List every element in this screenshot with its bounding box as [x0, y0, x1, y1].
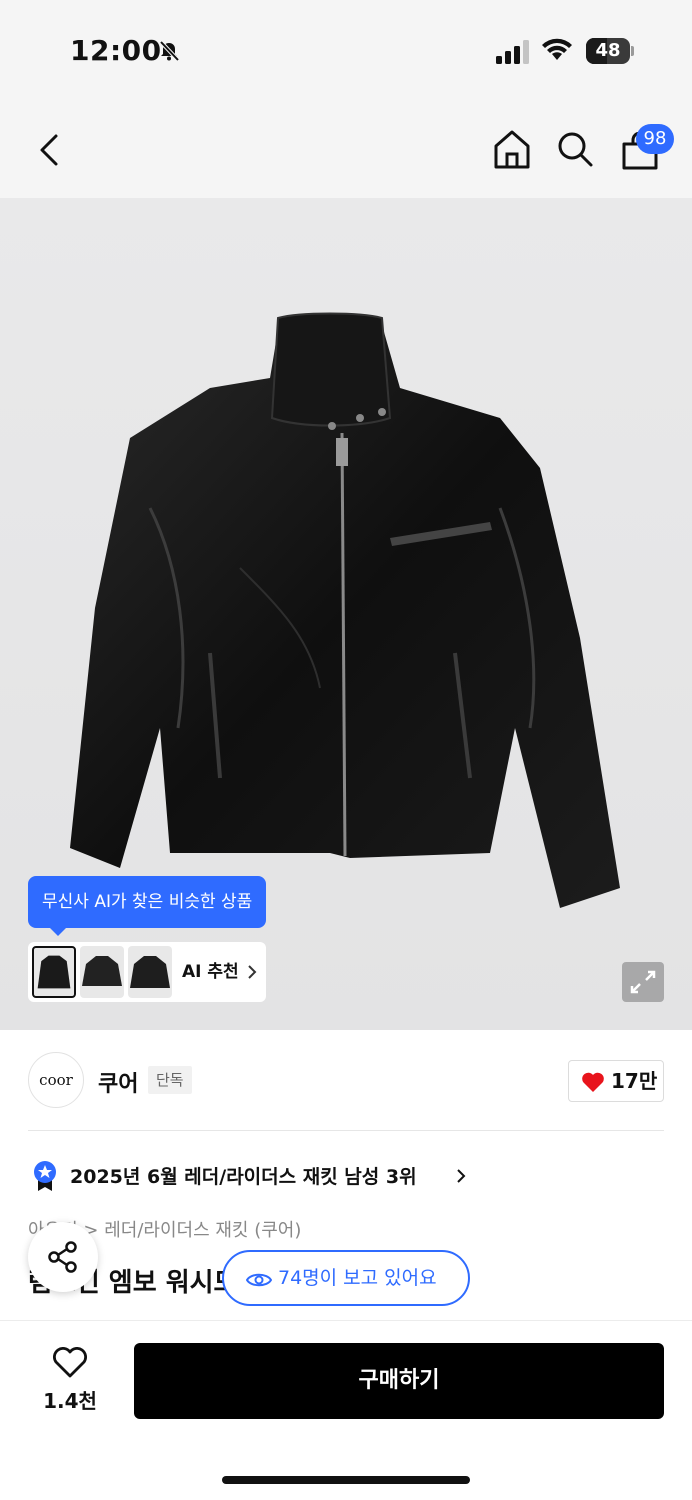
rank-medal-icon	[34, 1161, 56, 1191]
signal-icon	[496, 40, 529, 64]
divider	[28, 1130, 664, 1131]
wishlist-count: 1.4천	[43, 1389, 97, 1413]
home-indicator[interactable]	[222, 1476, 470, 1484]
battery-level: 48	[595, 40, 621, 61]
share-button[interactable]	[28, 1222, 98, 1292]
ai-recommend-strip[interactable]: AI 추천	[28, 942, 266, 1002]
viewers-pill: 74명이 보고 있어요	[222, 1250, 470, 1306]
expand-icon	[630, 970, 656, 994]
brand-like-button[interactable]: 17만	[568, 1060, 664, 1102]
brand-row[interactable]: coor 쿠어 단독 17만	[0, 1030, 692, 1130]
jacket-thumb-icon	[130, 956, 170, 988]
heart-filled-icon	[582, 1072, 604, 1092]
ranking-link[interactable]: 2025년 6월 레더/라이더스 재킷 남성 3위	[28, 1150, 664, 1200]
status-bar: 12:00 48	[0, 0, 692, 100]
jacket-image	[70, 312, 620, 908]
bottom-action-bar: 1.4천 구매하기	[0, 1320, 692, 1500]
share-icon	[48, 1241, 77, 1273]
ai-thumbnail-2[interactable]	[80, 946, 124, 998]
viewers-text: 74명이 보고 있어요	[278, 1267, 437, 1289]
rank-text: 2025년 6월 레더/라이더스 재킷 남성 3위	[70, 1166, 417, 1188]
cart-badge: 98	[636, 124, 674, 154]
back-icon[interactable]	[36, 132, 64, 168]
bell-muted-icon	[159, 40, 180, 62]
search-icon[interactable]	[556, 130, 594, 168]
expand-image-button[interactable]	[622, 962, 664, 1002]
heart-outline-icon	[53, 1347, 87, 1378]
eye-icon	[246, 1273, 272, 1287]
ai-tooltip: 무신사 AI가 찾은 비슷한 상품	[28, 876, 267, 936]
exclusive-badge: 단독	[148, 1066, 192, 1094]
brand-name[interactable]: 쿠어	[98, 1066, 138, 1098]
battery-icon: 48	[586, 38, 634, 64]
chevron-right-icon	[457, 1169, 466, 1183]
home-icon[interactable]	[492, 128, 532, 170]
status-time: 12:00	[70, 34, 162, 67]
brand-logo[interactable]: coor	[28, 1052, 84, 1108]
buy-button[interactable]: 구매하기	[134, 1343, 664, 1419]
brand-like-count: 17만	[611, 1069, 658, 1093]
ai-thumbnail-3[interactable]	[128, 946, 172, 998]
ai-recommend-label: AI 추천	[182, 962, 239, 982]
top-nav	[0, 100, 692, 198]
jacket-thumb-icon	[82, 956, 122, 986]
chevron-right-icon	[248, 965, 257, 979]
wishlist-button[interactable]: 1.4천	[34, 1345, 106, 1417]
ai-thumbnail-1[interactable]	[32, 946, 76, 998]
wifi-icon	[542, 38, 572, 60]
jacket-thumb-icon	[37, 955, 71, 989]
